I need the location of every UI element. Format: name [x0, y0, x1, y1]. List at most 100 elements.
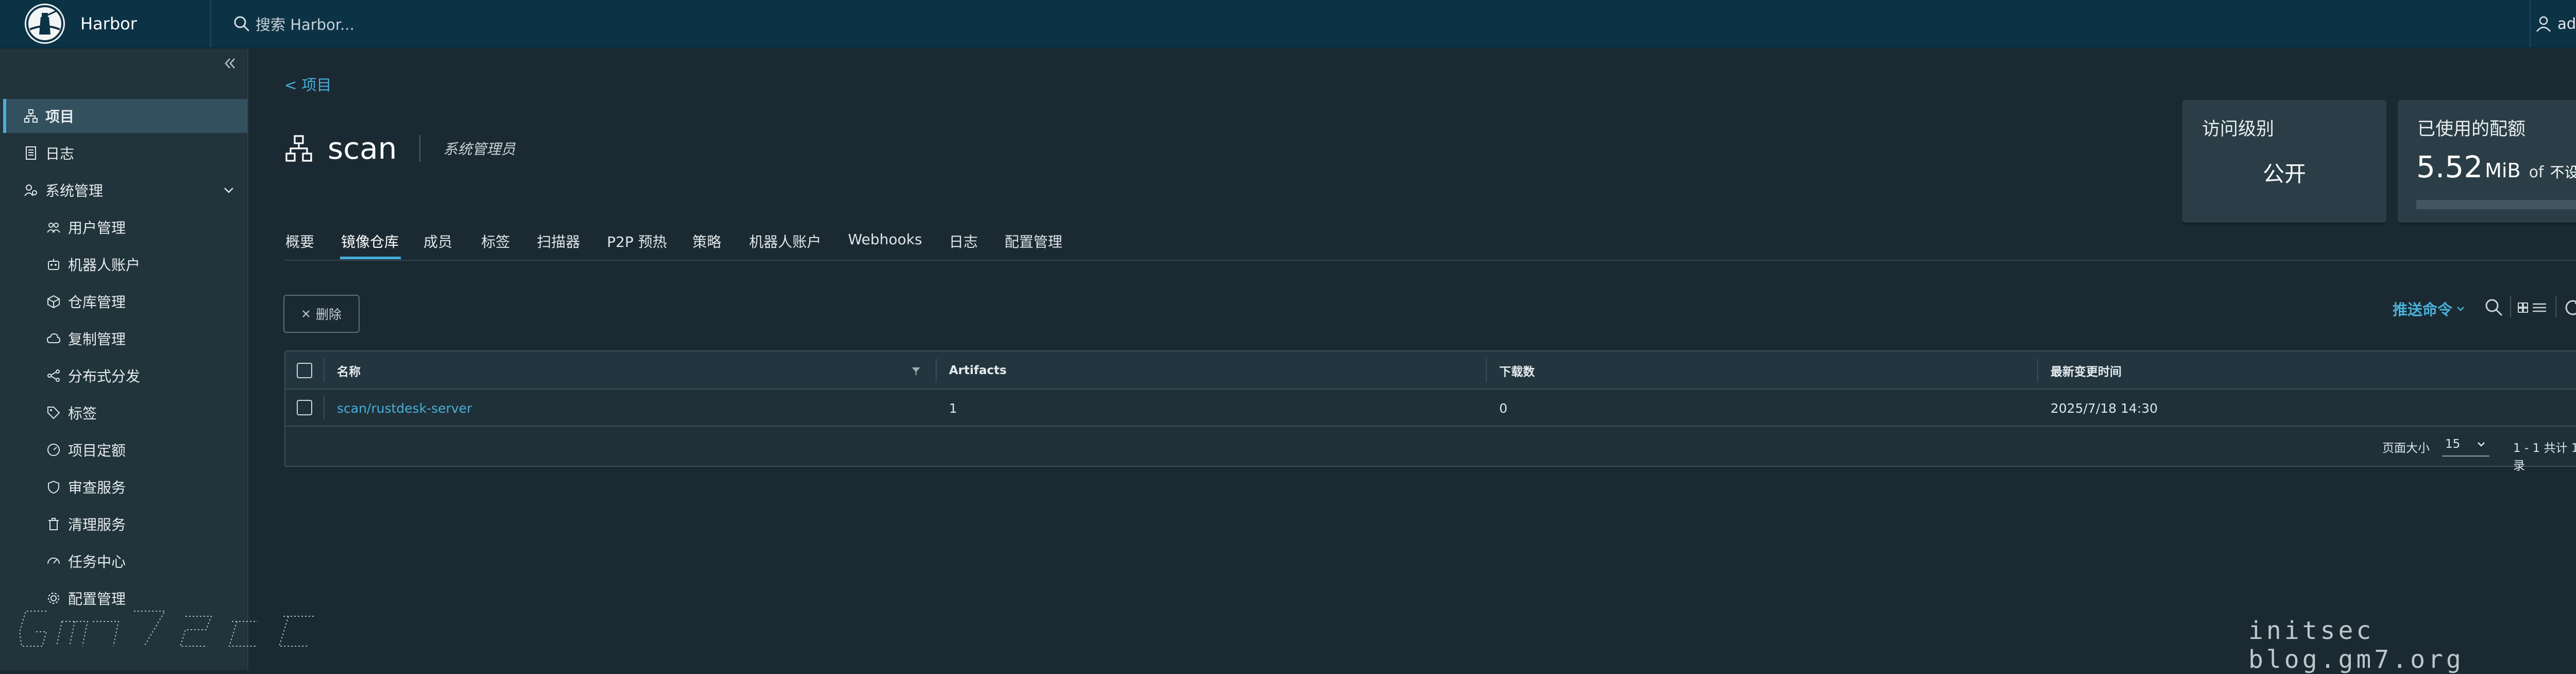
list-view-icon[interactable]	[2532, 300, 2547, 315]
delete-button[interactable]: 删除	[283, 295, 360, 333]
tab-webhooks[interactable]: Webhooks	[848, 231, 922, 248]
access-level-value: 公开	[2262, 161, 2306, 187]
quota-limit: 不设限	[2550, 164, 2576, 181]
column-divider	[1486, 359, 1487, 382]
sidebar-item-cleanup[interactable]: 清理服务	[3, 507, 247, 541]
harbor-logo-icon	[25, 4, 65, 44]
back-to-projects-link[interactable]: < 项目	[284, 73, 332, 95]
column-header-updated[interactable]: 最新变更时间	[2050, 351, 2122, 390]
tab-scanner[interactable]: 扫描器	[537, 231, 580, 251]
tab-logs[interactable]: 日志	[949, 231, 978, 251]
project-role: 系统管理员	[443, 141, 516, 158]
column-header-name[interactable]: 名称	[337, 351, 361, 390]
users-icon	[46, 220, 61, 234]
pagination-summary: 1 - 1 共计 1 条记录	[2513, 442, 2576, 473]
page-size-value: 15	[2445, 437, 2461, 451]
sidebar-item-label: 用户管理	[68, 220, 126, 237]
sidebar-item-users[interactable]: 用户管理	[3, 210, 247, 244]
brand[interactable]: Harbor	[25, 0, 137, 47]
delete-label: 删除	[315, 307, 342, 322]
sidebar-item-interrogation[interactable]: 审查服务	[3, 470, 247, 504]
sidebar-item-projects[interactable]: 项目	[3, 99, 247, 133]
column-divider	[936, 359, 937, 382]
projects-icon	[24, 109, 38, 123]
tab-repositories[interactable]: 镜像仓库	[341, 231, 399, 251]
header-divider-user	[2530, 0, 2531, 47]
artifacts-count: 1	[949, 400, 957, 416]
chevron-down-icon	[224, 188, 233, 193]
toolbar-divider	[2510, 296, 2511, 317]
sidebar-item-label: 标签	[68, 405, 97, 422]
sidebar-item-jobs[interactable]: 任务中心	[3, 544, 247, 578]
sidebar-item-label: 分布式分发	[68, 368, 141, 385]
tab-robot-accounts[interactable]: 机器人账户	[749, 231, 821, 251]
refresh-icon[interactable]	[2563, 297, 2576, 317]
dashboard-icon	[46, 554, 61, 568]
active-tab-indicator	[340, 257, 401, 259]
project-name: scan	[328, 131, 397, 166]
brand-name: Harbor	[80, 14, 137, 33]
collapse-sidebar-icon[interactable]	[222, 56, 237, 71]
sidebar-item-registries[interactable]: 仓库管理	[3, 284, 247, 318]
sidebar-item-label: 机器人账户	[68, 257, 141, 274]
repository-name-link[interactable]: scan/rustdesk-server	[337, 390, 472, 427]
tab-policy[interactable]: 策略	[692, 231, 721, 251]
sidebar-item-label: 项目定额	[68, 442, 126, 459]
gm7s-watermark-logo	[19, 611, 314, 647]
tabs-divider	[284, 260, 2576, 261]
replication-icon	[46, 331, 61, 346]
page-title: scan 系统管理员	[284, 131, 515, 166]
title-divider	[419, 135, 421, 162]
column-header-artifacts[interactable]: Artifacts	[949, 351, 1007, 390]
select-all-checkbox[interactable]	[297, 363, 312, 378]
quota-card: 已使用的配额 5.52 MiB of 不设限	[2398, 100, 2576, 223]
sidebar: 项目 日志 系统管理 用户管理 机器人账户 仓库管理 复制管理 分布式分发 标签	[0, 48, 248, 670]
table-footer: 页面大小 15 1 - 1 共计 1 条记录	[285, 427, 2576, 473]
distribution-icon	[46, 368, 61, 383]
sidebar-item-label: 清理服务	[68, 516, 126, 533]
table-row[interactable]: scan/rustdesk-server 1 0 2025/7/18 14:30	[285, 390, 2576, 427]
close-icon	[302, 310, 310, 317]
shield-icon	[46, 480, 61, 494]
tag-icon	[46, 406, 61, 420]
card-view-icon[interactable]	[2517, 300, 2533, 315]
access-level-card: 访问级别 公开	[2182, 100, 2386, 223]
sidebar-item-quotas[interactable]: 项目定额	[3, 433, 247, 467]
quota-of: of	[2529, 163, 2544, 181]
page-size-select[interactable]: 15	[2442, 433, 2489, 457]
column-divider	[2037, 359, 2038, 382]
site-watermark: initsec blog.gm7.org	[2248, 616, 2464, 674]
column-divider	[324, 396, 325, 419]
project-icon	[285, 135, 312, 162]
sidebar-item-labels[interactable]: 标签	[3, 396, 247, 430]
robot-icon	[46, 257, 61, 272]
push-command-dropdown[interactable]: 推送命令	[2393, 298, 2465, 319]
top-header: Harbor 搜索 Harbor... admin	[0, 0, 2576, 48]
search-input[interactable]: 搜索 Harbor...	[256, 13, 354, 35]
table-header: 名称 Artifacts 下载数 最新变更时间	[285, 351, 2576, 390]
quota-unit: MiB	[2485, 159, 2521, 182]
user-menu[interactable]: admin	[2535, 0, 2576, 47]
row-checkbox[interactable]	[297, 400, 312, 415]
column-header-pulls[interactable]: 下载数	[1499, 351, 1535, 390]
quota-progress-bar	[2416, 200, 2576, 209]
admin-icon	[24, 183, 38, 197]
global-search[interactable]: 搜索 Harbor...	[233, 0, 354, 47]
tab-summary[interactable]: 概要	[285, 231, 314, 251]
toolbar-divider	[2555, 296, 2556, 317]
sidebar-item-replications[interactable]: 复制管理	[3, 322, 247, 356]
tab-p2p-preheat[interactable]: P2P 预热	[607, 231, 667, 251]
filter-icon[interactable]	[911, 366, 921, 376]
push-command-label: 推送命令	[2393, 301, 2453, 318]
tab-labels[interactable]: 标签	[481, 231, 510, 251]
page-size-label: 页面大小	[2382, 442, 2430, 455]
search-icon[interactable]	[2483, 297, 2504, 317]
sidebar-item-distributions[interactable]: 分布式分发	[3, 359, 247, 393]
sidebar-item-robots[interactable]: 机器人账户	[3, 247, 247, 281]
sidebar-item-admin[interactable]: 系统管理	[3, 173, 247, 207]
tab-configuration[interactable]: 配置管理	[1005, 231, 1062, 251]
tab-members[interactable]: 成员	[423, 231, 452, 251]
sidebar-item-logs[interactable]: 日志	[3, 136, 247, 170]
quota-usage: 5.52 MiB of 不设限	[2416, 149, 2576, 184]
search-icon	[234, 16, 250, 32]
